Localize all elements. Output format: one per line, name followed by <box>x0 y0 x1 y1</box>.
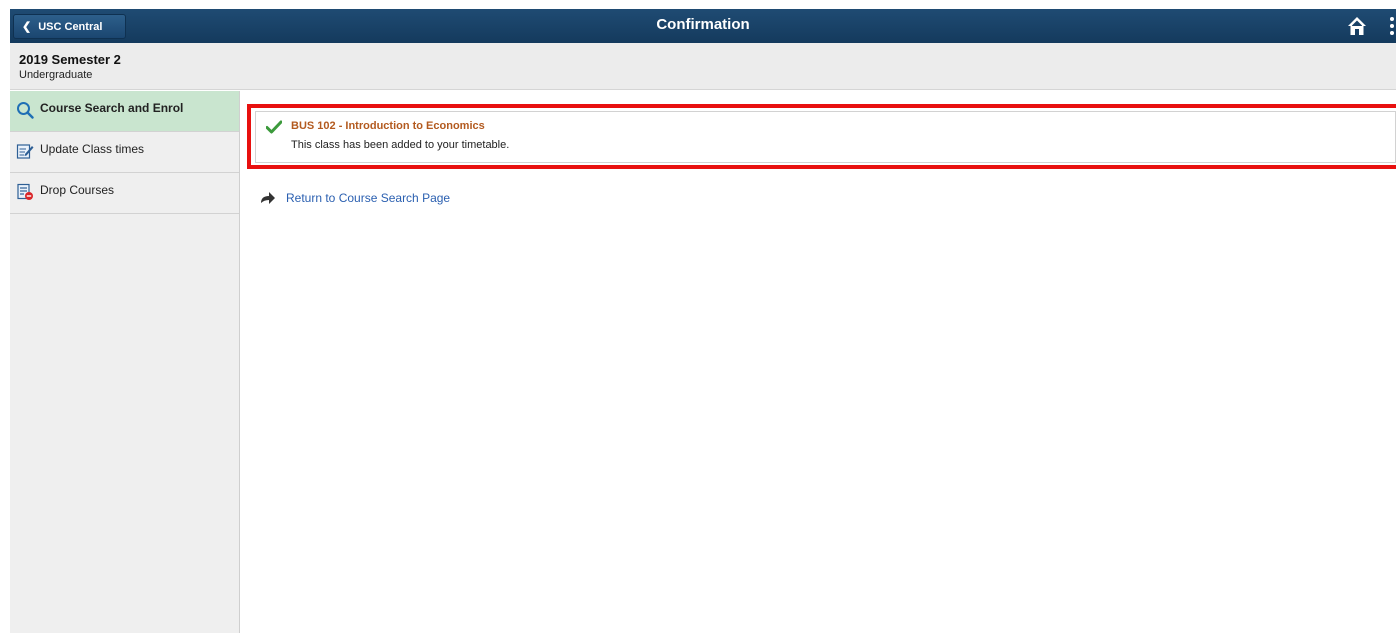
page-title: Confirmation <box>656 16 750 33</box>
return-to-course-search-link[interactable]: Return to Course Search Page <box>286 191 450 205</box>
sidebar-item-label: Update Class times <box>40 142 145 156</box>
more-vertical-icon[interactable] <box>1388 15 1396 37</box>
sidebar: Course Search and Enrol Update Class tim… <box>10 91 240 633</box>
course-title: BUS 102 - Introduction to Economics <box>291 120 485 132</box>
sidebar-item-course-search[interactable]: Course Search and Enrol <box>10 91 239 132</box>
back-button[interactable]: ❮ USC Central <box>13 14 126 39</box>
drop-list-icon <box>17 183 33 200</box>
term-title: 2019 Semester 2 <box>19 52 121 67</box>
sidebar-item-label: Course Search and Enrol <box>40 101 184 115</box>
term-header: 2019 Semester 2 Undergraduate <box>10 43 1396 90</box>
confirmation-message-box: BUS 102 - Introduction to Economics This… <box>255 111 1396 163</box>
back-button-label: USC Central <box>38 20 103 33</box>
return-arrow-icon[interactable] <box>258 189 276 207</box>
sidebar-item-label: Drop Courses <box>40 183 115 197</box>
confirmation-text: This class has been added to your timeta… <box>291 139 510 151</box>
top-banner: ❮ USC Central Confirmation <box>10 9 1396 43</box>
chevron-left-icon: ❮ <box>22 21 32 33</box>
edit-icon <box>16 144 34 159</box>
career-label: Undergraduate <box>19 69 93 81</box>
return-row: Return to Course Search Page <box>258 189 450 207</box>
confirmation-highlight: BUS 102 - Introduction to Economics This… <box>247 104 1396 169</box>
sidebar-item-drop-courses[interactable]: Drop Courses <box>10 173 239 214</box>
search-icon <box>17 102 34 119</box>
checkmark-icon <box>266 120 282 134</box>
sidebar-item-update-class-times[interactable]: Update Class times <box>10 132 239 173</box>
home-icon[interactable] <box>1346 15 1368 37</box>
